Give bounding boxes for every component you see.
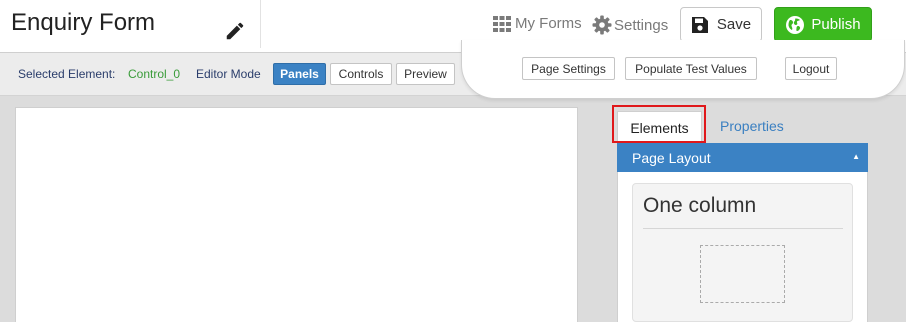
gear-icon bbox=[592, 15, 612, 35]
layout-card-title: One column bbox=[643, 194, 757, 217]
editor-mode-label: Editor Mode bbox=[196, 67, 261, 81]
form-title: Enquiry Form bbox=[11, 9, 156, 36]
title-divider bbox=[260, 0, 261, 48]
pencil-icon[interactable] bbox=[224, 20, 246, 42]
tab-highlight-box bbox=[612, 105, 706, 143]
page-layout-section-header[interactable]: Page Layout ▲ bbox=[617, 143, 868, 172]
grid-icon bbox=[493, 15, 511, 32]
save-button[interactable]: Save bbox=[680, 7, 762, 42]
logout-button[interactable]: Logout bbox=[785, 57, 837, 80]
settings-label: Settings bbox=[614, 16, 669, 34]
publish-label: Publish bbox=[811, 16, 861, 33]
my-forms-link[interactable]: My Forms bbox=[493, 15, 582, 32]
page-settings-button[interactable]: Page Settings bbox=[522, 57, 615, 80]
form-canvas[interactable] bbox=[15, 107, 578, 322]
layout-column-placeholder bbox=[700, 245, 785, 303]
selected-element-label: Selected Element: bbox=[18, 67, 116, 81]
preview-mode-button[interactable]: Preview bbox=[396, 63, 455, 85]
save-label: Save bbox=[716, 16, 752, 33]
floppy-disk-icon bbox=[691, 16, 708, 33]
globe-icon bbox=[786, 15, 805, 34]
page-layout-title: Page Layout bbox=[632, 149, 711, 166]
publish-button[interactable]: Publish bbox=[774, 7, 872, 42]
caret-up-icon: ▲ bbox=[852, 152, 860, 161]
tab-properties[interactable]: Properties bbox=[720, 118, 784, 134]
settings-link[interactable]: Settings bbox=[592, 15, 668, 35]
selected-element-value: Control_0 bbox=[128, 67, 181, 81]
layout-card-divider bbox=[643, 228, 843, 229]
populate-test-values-button[interactable]: Populate Test Values bbox=[625, 57, 757, 80]
panels-mode-button[interactable]: Panels bbox=[273, 63, 326, 85]
my-forms-label: My Forms bbox=[515, 15, 582, 32]
controls-mode-button[interactable]: Controls bbox=[330, 63, 392, 85]
account-dropdown-panel: Page Settings Populate Test Values Logou… bbox=[461, 40, 905, 99]
